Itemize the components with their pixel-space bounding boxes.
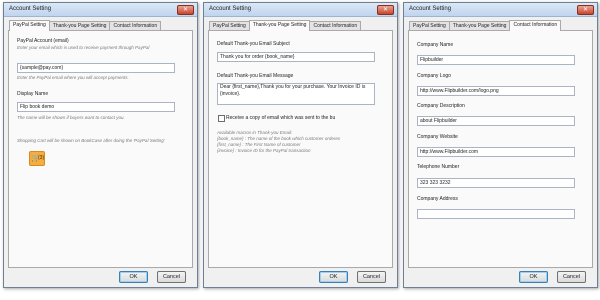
macro-item: {book_name} : The name of the book which… [217, 136, 341, 141]
telephone-label: Telephone Number [417, 164, 460, 170]
email-message-line: Dear {first_name},Thank you for your pur… [220, 84, 366, 90]
tab-panel: Company Name Flipbuilder Company Logo ht… [408, 30, 593, 268]
email-subject-input[interactable]: Thank you for order {book_name} [217, 52, 375, 62]
display-name-label: Display Name [17, 91, 49, 97]
tab-contact-information[interactable]: Contact Information [309, 21, 362, 30]
tab-contact-information[interactable]: Contact Information [109, 21, 162, 30]
title-bar: Account Setting ✕ [4, 3, 197, 17]
company-website-input[interactable]: http://www.Flipbuilder.com [417, 147, 575, 157]
display-name-input[interactable]: Flip book demo [17, 102, 175, 112]
dialog-footer: OK Cancel [204, 267, 397, 287]
account-setting-dialog-thank-you: Account Setting ✕ PayPal Setting Thank-y… [203, 2, 398, 288]
title-bar: Account Setting ✕ [204, 3, 397, 17]
company-website-label: Company Website [417, 134, 458, 140]
company-name-input[interactable]: Flipbuilder [417, 55, 575, 65]
tab-thank-you-page-setting[interactable]: Thank-you Page Setting [48, 21, 111, 30]
email-message-label: Default Thank-you Email Message [217, 73, 294, 79]
close-icon[interactable]: ✕ [177, 5, 194, 15]
macro-item: {invoice} : Invoice ID for the PayPal tr… [217, 148, 311, 153]
telephone-input[interactable]: 323 323 3232 [417, 178, 575, 188]
macro-item: {first_name} : The First Name of custome… [217, 142, 301, 147]
paypal-email-hint: Enter the PayPal email where you will ac… [17, 75, 129, 80]
paypal-email-input[interactable]: {sample@pay.com} [17, 63, 175, 73]
checkbox-icon[interactable] [218, 115, 225, 122]
company-logo-input[interactable]: http://www.Flipbuilder.com/logo.png [417, 86, 575, 96]
macros-title: Available macros in Thank-you Email: [217, 130, 293, 135]
dialog-title: Account Setting [209, 6, 252, 12]
tab-contact-information[interactable]: Contact Information [509, 20, 562, 31]
paypal-account-hint: Enter your email which is used to receiv… [17, 45, 150, 50]
tab-paypal-setting[interactable]: PayPal Setting [209, 21, 250, 30]
ok-button[interactable]: OK [119, 271, 148, 283]
cancel-button[interactable]: Cancel [157, 271, 186, 283]
tab-bar: PayPal Setting Thank-you Page Setting Co… [409, 20, 562, 31]
cancel-button[interactable]: Cancel [357, 271, 386, 283]
cart-count: (3) [38, 155, 45, 161]
title-bar: Account Setting ✕ [404, 3, 597, 17]
email-subject-label: Default Thank-you Email Subject [217, 41, 290, 47]
email-message-line: {invoice}. [220, 91, 241, 97]
tab-thank-you-page-setting[interactable]: Thank-you Page Setting [448, 21, 511, 30]
tab-bar: PayPal Setting Thank-you Page Setting Co… [209, 20, 362, 31]
company-logo-label: Company Logo [417, 73, 451, 79]
tab-paypal-setting[interactable]: PayPal Setting [409, 21, 450, 30]
tab-bar: PayPal Setting Thank-you Page Setting Co… [9, 20, 162, 31]
shopping-cart-button[interactable]: 🛒 (3) [29, 151, 45, 166]
dialog-footer: OK Cancel [404, 267, 597, 287]
close-icon[interactable]: ✕ [577, 5, 594, 15]
ok-button[interactable]: OK [319, 271, 348, 283]
company-name-label: Company Name [417, 42, 454, 48]
tab-paypal-setting[interactable]: PayPal Setting [9, 20, 50, 31]
cancel-button[interactable]: Cancel [557, 271, 586, 283]
ok-button[interactable]: OK [519, 271, 548, 283]
company-address-label: Company Address [417, 196, 458, 202]
dialog-title: Account Setting [9, 6, 52, 12]
dialog-title: Account Setting [409, 6, 452, 12]
account-setting-dialog-contact: Account Setting ✕ PayPal Setting Thank-y… [403, 2, 598, 288]
close-icon[interactable]: ✕ [377, 5, 394, 15]
tab-panel: Default Thank-you Email Subject Thank yo… [208, 30, 393, 268]
tab-thank-you-page-setting[interactable]: Thank-you Page Setting [248, 20, 311, 31]
display-name-hint: The name will be shown if buyers want to… [17, 115, 125, 120]
dialog-footer: OK Cancel [4, 267, 197, 287]
company-description-input[interactable]: about Flipbuilder [417, 116, 575, 126]
email-message-textarea[interactable]: Dear {first_name},Thank you for your pur… [217, 83, 375, 105]
paypal-account-label: PayPal Account (email) [17, 38, 69, 44]
shopping-cart-hint: Shopping Cart will be shown on BookCase … [17, 138, 165, 143]
company-address-input[interactable] [417, 209, 575, 219]
account-setting-dialog-paypal: Account Setting ✕ PayPal Setting Thank-y… [3, 2, 198, 288]
tab-panel: PayPal Account (email) Enter your email … [8, 30, 193, 268]
company-description-label: Company Description [417, 103, 465, 109]
receive-copy-label: Receive a copy of email which was sent t… [226, 115, 336, 121]
